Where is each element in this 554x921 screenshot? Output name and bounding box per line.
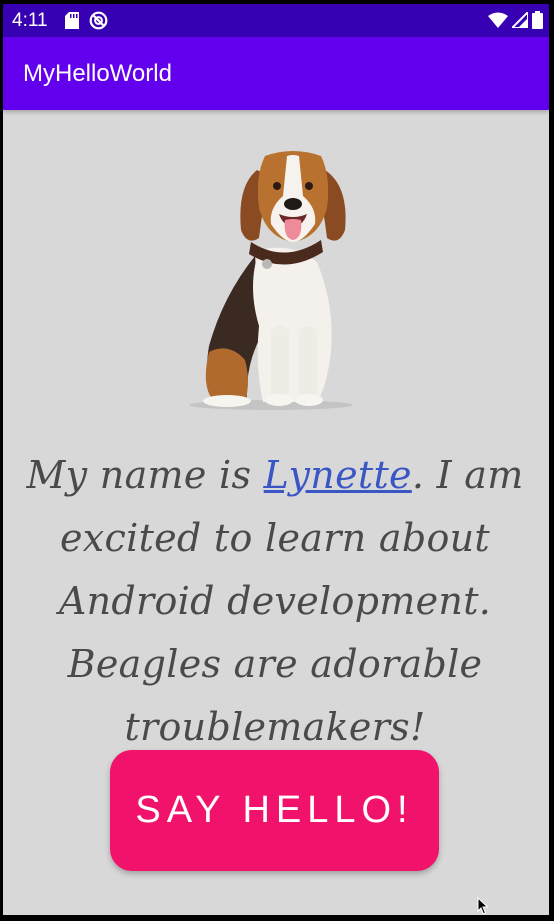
- status-time: 4:11: [12, 10, 48, 31]
- app-bar: MyHelloWorld: [3, 37, 549, 110]
- do-not-disturb-icon: [89, 11, 108, 30]
- beagle-dog-icon: [189, 151, 353, 410]
- sd-card-icon: [65, 12, 79, 29]
- message-suffix: . I am excited to learn about Android de…: [58, 453, 524, 749]
- status-right-icons: [488, 11, 543, 29]
- message-prefix: My name is: [26, 453, 264, 497]
- status-bar: 4:11: [3, 4, 549, 37]
- app-title: MyHelloWorld: [23, 60, 172, 87]
- battery-icon: [532, 11, 543, 29]
- mouse-pointer-icon: [477, 897, 489, 915]
- status-left-icons: [65, 11, 108, 30]
- intro-message: My name is Lynette. I am excited to lear…: [25, 444, 525, 759]
- cell-signal-icon: [512, 12, 528, 28]
- name-link[interactable]: Lynette: [264, 453, 412, 497]
- device-screen: 4:11 MyHelloWorld My name is Lynette. I …: [3, 4, 549, 915]
- wifi-icon: [488, 12, 508, 28]
- say-hello-button[interactable]: SAY HELLO!: [110, 750, 439, 871]
